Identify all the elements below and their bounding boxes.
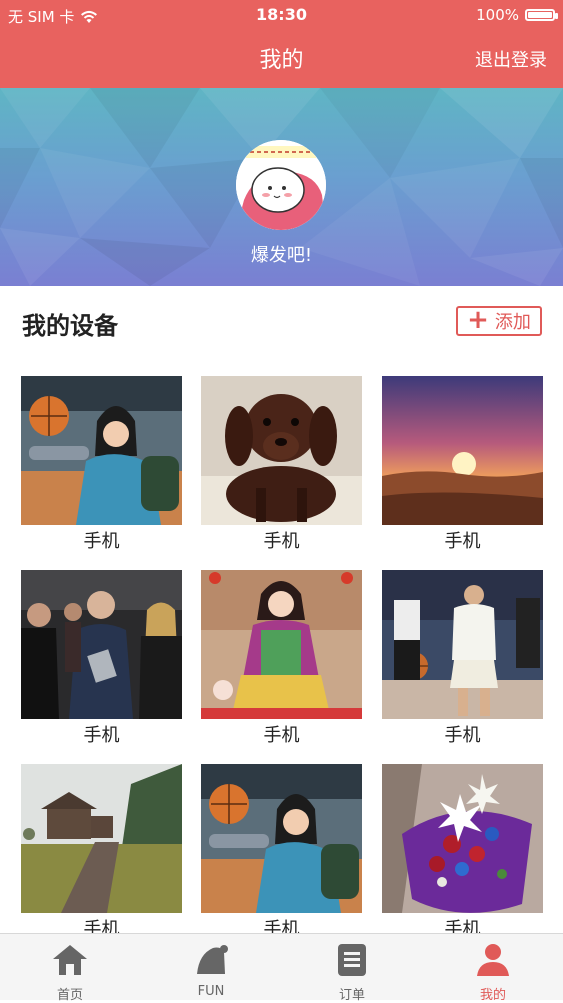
tab-label: 首页 (56, 988, 83, 1003)
device-label: 手机 (83, 725, 120, 746)
nickname: 爆发吧! (250, 245, 313, 266)
device-card[interactable]: 手机 (21, 764, 182, 940)
device-card[interactable]: 手机 (201, 764, 362, 940)
status-bar: 无 SIM 卡 18:30 100% (0, 0, 563, 30)
tab-fun[interactable]: FUN (141, 934, 281, 1001)
device-card[interactable]: 手机 (21, 570, 182, 746)
device-card[interactable]: 手机 (21, 376, 182, 552)
sunset-image (382, 376, 543, 525)
user-icon (477, 944, 509, 976)
tab-label: 我的 (479, 988, 506, 1003)
tab-label: 订单 (338, 988, 365, 1003)
add-label: 添加 (494, 312, 531, 333)
device-card[interactable]: 手机 (382, 764, 543, 940)
device-card[interactable]: 手机 (382, 570, 543, 746)
devices-section-header: 我的设备 + 添加 (0, 286, 563, 366)
section-title: 我的设备 (22, 312, 118, 340)
hat-icon (197, 945, 228, 974)
avatar[interactable] (236, 140, 326, 230)
device-label: 手机 (444, 531, 481, 552)
battery-icon (525, 9, 558, 21)
girl-with-basketball-image (21, 376, 182, 525)
man-with-tablet-crowd-image (21, 570, 182, 719)
app-header: 无 SIM 卡 18:30 100% 我的 退出登录 (0, 0, 563, 88)
basketball-player-image (382, 570, 543, 719)
flower-bouquet-image (382, 764, 543, 913)
tab-home[interactable]: 首页 (0, 934, 140, 1003)
status-right: 100% (476, 6, 558, 24)
dachshund-dog-image (201, 376, 362, 525)
tab-orders[interactable]: 订单 (282, 934, 422, 1003)
device-label: 手机 (263, 531, 300, 552)
device-label: 手机 (83, 531, 120, 552)
logout-button[interactable]: 退出登录 (475, 46, 547, 72)
device-label: 手机 (444, 725, 481, 746)
battery-percent: 100% (476, 6, 519, 24)
girl-with-basketball-image (201, 764, 362, 913)
home-icon (53, 945, 87, 975)
orders-icon (338, 944, 366, 976)
tab-bar: 首页 FUN 订单 我的 (0, 933, 563, 1003)
tab-label: FUN (197, 984, 225, 999)
device-card[interactable]: 手机 (201, 570, 362, 746)
device-card[interactable]: 手机 (201, 376, 362, 552)
add-device-button[interactable]: + 添加 (456, 306, 542, 336)
plus-icon: + (467, 305, 489, 335)
device-label: 手机 (263, 725, 300, 746)
battery-fill (528, 12, 552, 18)
profile-banner: 爆发吧! (0, 88, 563, 286)
cabin-boardwalk-image (21, 764, 182, 913)
tab-mine[interactable]: 我的 (423, 934, 563, 1003)
girl-in-costume-image (201, 570, 362, 719)
device-card[interactable]: 手机 (382, 376, 543, 552)
